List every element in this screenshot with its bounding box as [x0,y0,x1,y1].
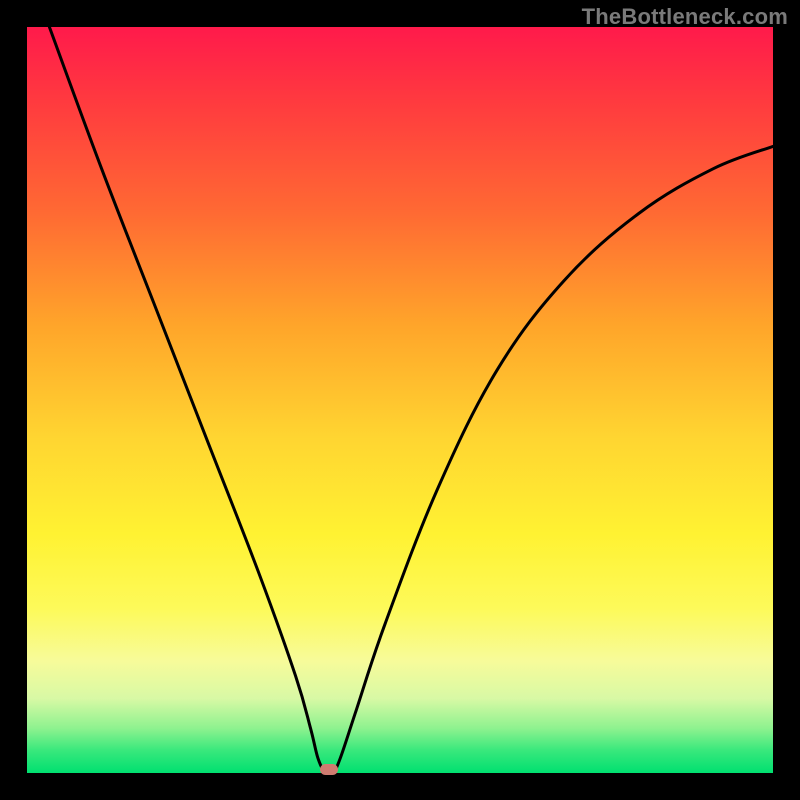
watermark-text: TheBottleneck.com [582,4,788,30]
optimum-marker [320,764,338,775]
bottleneck-curve [27,27,773,773]
plot-area [27,27,773,773]
chart-frame: TheBottleneck.com [0,0,800,800]
curve-path [49,27,773,773]
